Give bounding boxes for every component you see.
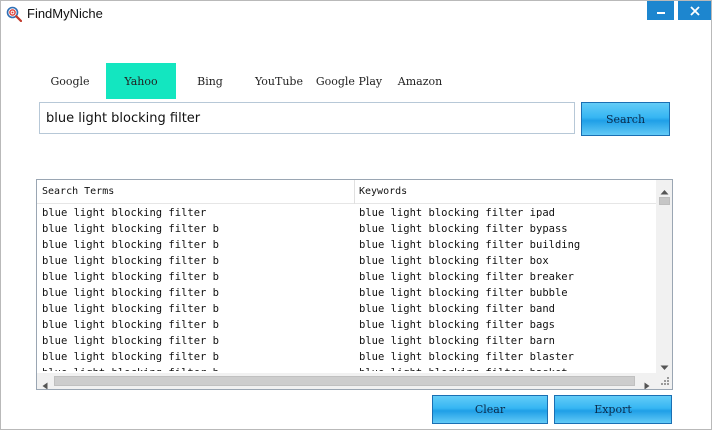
tab-yahoo[interactable]: Yahoo: [106, 63, 176, 99]
table-header: Search Terms Keywords: [37, 180, 656, 204]
results-table: Search Terms Keywords blue light blockin…: [36, 179, 673, 390]
app-window: FindMyNiche Google Yahoo Bing YouTube Go…: [0, 0, 712, 430]
horizontal-scroll-thumb[interactable]: [54, 376, 635, 386]
cell-search-term: blue light blocking filter b: [42, 319, 220, 331]
search-button[interactable]: Search: [581, 102, 670, 136]
cell-search-term: blue light blocking filter b: [42, 303, 220, 315]
window-title: FindMyNiche: [27, 6, 103, 21]
tab-google[interactable]: Google: [36, 63, 104, 99]
resize-grip-icon[interactable]: [656, 373, 672, 389]
close-button[interactable]: [678, 1, 711, 20]
horizontal-scrollbar[interactable]: [37, 373, 656, 389]
close-icon: [689, 5, 700, 16]
table-row[interactable]: blue light blocking filter b blue light b…: [37, 333, 656, 349]
vertical-scroll-thumb[interactable]: [659, 197, 670, 205]
clear-button[interactable]: Clear: [432, 395, 548, 424]
tab-amazon[interactable]: Amazon: [389, 63, 451, 99]
column-divider[interactable]: [354, 180, 355, 204]
cell-search-term: blue light blocking filter b: [42, 271, 220, 283]
search-input[interactable]: [39, 102, 575, 134]
scroll-left-arrow-icon[interactable]: [41, 377, 49, 389]
vertical-scrollbar[interactable]: [656, 180, 672, 373]
table-row[interactable]: blue light blocking filter b blue light b…: [37, 237, 656, 253]
table-row[interactable]: blue light blocking filter b blue light b…: [37, 365, 656, 371]
column-header-keywords[interactable]: Keywords: [359, 186, 407, 197]
cell-keyword: blue light blocking filter band: [359, 303, 555, 315]
cell-keyword: blue light blocking filter blaster: [359, 351, 574, 363]
title-bar[interactable]: FindMyNiche: [1, 1, 711, 27]
cell-keyword: blue light blocking filter barn: [359, 335, 555, 347]
scroll-right-arrow-icon[interactable]: [643, 377, 651, 389]
tab-youtube[interactable]: YouTube: [247, 63, 311, 99]
cell-search-term: blue light blocking filter b: [42, 351, 220, 363]
table-row[interactable]: blue light blocking filter b blue light b…: [37, 221, 656, 237]
cell-keyword: blue light blocking filter ipad: [359, 207, 555, 219]
table-body: blue light blocking filter blue light blo…: [37, 205, 656, 371]
cell-keyword: blue light blocking filter basket: [359, 367, 568, 371]
cell-search-term: blue light blocking filter b: [42, 287, 220, 299]
cell-search-term: blue light blocking filter b: [42, 367, 219, 371]
cell-keyword: blue light blocking filter bypass: [359, 223, 568, 235]
minimize-button[interactable]: [647, 1, 674, 20]
table-row[interactable]: blue light blocking filter b blue light b…: [37, 269, 656, 285]
cell-search-term: blue light blocking filter b: [42, 223, 220, 235]
scroll-up-arrow-icon[interactable]: [660, 184, 669, 195]
tab-google-play[interactable]: Google Play: [313, 63, 385, 99]
table-row[interactable]: blue light blocking filter blue light blo…: [37, 205, 656, 221]
cell-search-term: blue light blocking filter b: [42, 255, 220, 267]
minimize-icon: [656, 6, 666, 16]
cell-search-term: blue light blocking filter b: [42, 239, 220, 251]
cell-search-term: blue light blocking filter b: [42, 335, 220, 347]
cell-keyword: blue light blocking filter building: [359, 239, 581, 251]
scroll-down-arrow-icon[interactable]: [660, 359, 669, 370]
tab-bing[interactable]: Bing: [178, 63, 242, 99]
table-row[interactable]: blue light blocking filter b blue light b…: [37, 317, 656, 333]
table-row[interactable]: blue light blocking filter b blue light b…: [37, 349, 656, 365]
cell-keyword: blue light blocking filter bubble: [359, 287, 568, 299]
table-row[interactable]: blue light blocking filter b blue light b…: [37, 253, 656, 269]
export-button[interactable]: Export: [554, 395, 672, 424]
cell-keyword: blue light blocking filter bags: [359, 319, 555, 331]
table-row[interactable]: blue light blocking filter b blue light b…: [37, 285, 656, 301]
cell-keyword: blue light blocking filter breaker: [359, 271, 574, 283]
column-header-search-terms[interactable]: Search Terms: [42, 186, 114, 197]
table-row[interactable]: blue light blocking filter b blue light b…: [37, 301, 656, 317]
cell-search-term: blue light blocking filter: [42, 207, 207, 219]
magnifier-target-icon: [6, 6, 23, 23]
cell-keyword: blue light blocking filter box: [359, 255, 549, 267]
